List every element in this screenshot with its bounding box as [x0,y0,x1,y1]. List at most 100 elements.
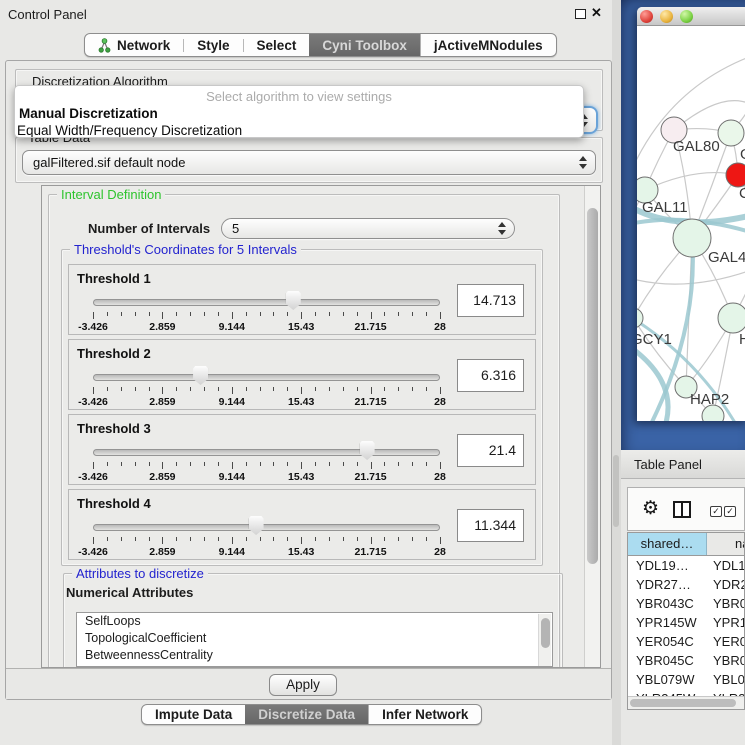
list-item[interactable]: TopologicalCoefficient [77,630,552,647]
close-traffic-light-icon[interactable] [640,10,653,23]
threshold-value-field[interactable]: 21.4 [457,434,524,467]
cell-shared-name[interactable]: YDL19… [628,556,707,575]
slider-tick-label: 2.859 [149,471,175,483]
slider-tick [135,537,136,541]
tab-jactivemnodules[interactable]: jActiveMNodules [420,34,556,56]
cell-shared-name[interactable]: YPR145W [628,613,707,632]
table-row[interactable]: YBR043CYBR0… [628,594,745,613]
tab-network[interactable]: Network [85,34,183,56]
gear-icon[interactable]: ⚙ [642,497,659,521]
float-window-icon[interactable] [575,9,586,19]
cell-shared-name[interactable]: YER054C [628,632,707,651]
tab-style[interactable]: Style [184,34,242,56]
network-window[interactable]: GAL80GACGAL11GAL4GCY1HHAP2 [637,7,745,421]
slider-tick [371,312,372,319]
slider-track[interactable] [93,524,440,531]
close-icon[interactable]: ✕ [591,5,602,21]
slider-tick [260,537,261,541]
threshold-value-field[interactable]: 11.344 [457,509,524,542]
list-item[interactable]: SelfLoops [77,613,552,630]
cell-name[interactable]: YBR0… [707,651,745,670]
table-data-combobox[interactable]: galFiltered.sif default node [22,150,596,175]
network-node[interactable] [718,120,744,146]
slider-tick-label: 15.43 [288,546,314,558]
tab-discretize-data[interactable]: Discretize Data [245,705,368,724]
numerical-attributes-list[interactable]: SelfLoops TopologicalCoefficient Between… [76,612,553,667]
combo-arrows-icon [497,222,506,235]
scrollbar-thumb[interactable] [630,699,736,707]
cell-shared-name[interactable]: YBR043C [628,594,707,613]
network-node[interactable] [718,303,745,333]
network-edge[interactable] [645,173,738,190]
slider-tick [176,312,177,316]
columns-icon[interactable] [673,501,691,518]
slider-track[interactable] [93,449,440,456]
slider-tick [301,312,302,319]
network-node[interactable] [673,219,711,257]
table-row[interactable]: YPR145WYPR1… [628,613,745,632]
slider-track[interactable] [93,299,440,306]
vertical-scrollbar[interactable] [584,186,600,667]
slider-tick [301,387,302,394]
threshold-value-field[interactable]: 6.316 [457,359,524,392]
cell-name[interactable]: YDL1… [707,556,745,575]
slider-tick [260,312,261,316]
cell-name[interactable]: YPR1… [707,613,745,632]
divider-handle[interactable] [613,455,619,527]
network-node[interactable] [726,163,745,187]
panel-divider[interactable] [612,0,621,745]
slider-track[interactable] [93,374,440,381]
slider-tick-label: 2.859 [149,546,175,558]
minimize-traffic-light-icon[interactable] [660,10,673,23]
slider-tick [329,537,330,541]
slider-thumb[interactable] [249,516,264,535]
tab-select[interactable]: Select [244,34,310,56]
slider-tick-label: 28 [434,396,446,408]
slider-tick [329,312,330,316]
cell-name[interactable]: YDR2… [707,575,745,594]
tab-infer-network[interactable]: Infer Network [369,705,481,724]
slider-tick [371,387,372,394]
table-row[interactable]: YDL19…YDL1… [628,556,745,575]
scrollbar-thumb[interactable] [587,208,598,564]
cell-shared-name[interactable]: YDR27… [628,575,707,594]
horizontal-scrollbar[interactable] [628,696,744,709]
slider-thumb[interactable] [286,291,301,310]
cell-name[interactable]: YBL0… [707,670,745,689]
apply-button[interactable]: Apply [269,674,337,696]
tab-cyni-toolbox[interactable]: Cyni Toolbox [309,34,420,56]
network-edge-highlighted[interactable] [637,346,668,421]
network-window-titlebar[interactable] [637,7,745,26]
column-header-name[interactable]: na [707,533,745,555]
table-row[interactable]: YER054CYER0… [628,632,745,651]
table-row[interactable]: YDR27…YDR2… [628,575,745,594]
cell-name[interactable]: YBR0… [707,594,745,613]
slider-tick [121,462,122,466]
top-tab-bar: Network Style Select Cyni Toolbox jActiv… [84,33,557,57]
cell-shared-name[interactable]: YBL079W [628,670,707,689]
number-of-intervals-combobox[interactable]: 5 [221,218,515,239]
slider-tick-label: 28 [434,471,446,483]
table-row[interactable]: YBR045CYBR0… [628,651,745,670]
network-graph-canvas[interactable]: GAL80GACGAL11GAL4GCY1HHAP2 [637,26,745,421]
settings-scroll-pane: Interval Definition Number of Intervals … [41,185,601,668]
checkbox-checked-icon[interactable]: ✓ [710,506,722,517]
slider-thumb[interactable] [360,441,375,460]
tab-impute-data[interactable]: Impute Data [142,705,245,724]
cell-name[interactable]: YER0… [707,632,745,651]
slider-tick [232,312,233,319]
table-row[interactable]: YBL079WYBL0… [628,670,745,689]
list-scrollbar[interactable] [538,614,551,667]
dropdown-option-equal-width[interactable]: Equal Width/Frequency Discretization [17,123,242,138]
column-header-shared-name[interactable]: shared… [628,533,707,555]
cell-shared-name[interactable]: YBR045C [628,651,707,670]
dropdown-option-manual[interactable]: Manual Discretization [19,106,158,121]
scrollbar-thumb[interactable] [541,618,550,648]
zoom-traffic-light-icon[interactable] [680,10,693,23]
slider-tick [440,537,441,544]
list-item[interactable]: BetweennessCentrality [77,647,552,664]
checkbox-checked-icon[interactable]: ✓ [724,506,736,517]
threshold-value-field[interactable]: 14.713 [457,284,524,317]
slider-thumb[interactable] [193,366,208,385]
network-edge[interactable] [637,54,745,176]
